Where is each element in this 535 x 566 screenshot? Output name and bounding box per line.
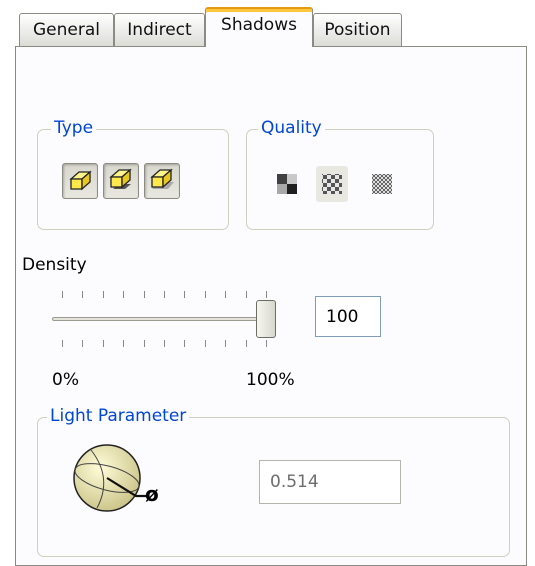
cube-shadow-icon	[109, 168, 132, 189]
tab-indirect[interactable]: Indirect	[114, 13, 205, 46]
quality-high-button[interactable]	[366, 166, 398, 202]
density-tick	[266, 291, 267, 298]
density-tick	[123, 291, 125, 298]
density-slider-thumb[interactable]	[256, 300, 276, 338]
quality-low-icon	[277, 174, 297, 194]
density-tick	[164, 291, 165, 298]
quality-medium-icon	[322, 174, 342, 194]
density-tick	[123, 340, 125, 347]
density-tick	[102, 291, 104, 298]
density-tick	[143, 340, 145, 347]
quality-group-label: Quality	[258, 118, 325, 138]
shadow-type-2-button[interactable]	[103, 163, 139, 199]
density-tick	[245, 340, 247, 347]
type-group-label: Type	[51, 118, 97, 138]
tab-general-label: General	[33, 20, 100, 40]
density-tick	[225, 340, 227, 347]
tab-position-label: Position	[324, 20, 391, 40]
density-tick	[82, 291, 84, 298]
density-tick	[62, 291, 63, 298]
density-max-label: 100%	[246, 370, 295, 390]
density-tick	[204, 291, 206, 298]
tab-shadows[interactable]: Shadows	[205, 7, 313, 47]
shadow-type-3-button[interactable]	[144, 163, 180, 199]
density-tick	[62, 340, 63, 347]
tab-position[interactable]: Position	[313, 13, 402, 46]
density-label: Density	[22, 255, 87, 275]
quality-medium-button[interactable]	[316, 166, 348, 202]
light-parameter-field[interactable]: 0.514	[259, 460, 401, 504]
density-tick	[184, 291, 186, 298]
light-parameter-value: 0.514	[270, 472, 319, 492]
density-tick	[204, 340, 206, 347]
density-tick	[143, 291, 145, 298]
density-tick	[245, 291, 247, 298]
density-value: 100	[326, 306, 359, 327]
density-slider-track[interactable]	[52, 317, 267, 321]
density-tick	[266, 340, 267, 347]
density-value-field[interactable]: 100	[315, 296, 381, 337]
quality-high-icon	[372, 174, 392, 194]
density-min-label: 0%	[52, 370, 79, 390]
tab-general[interactable]: General	[19, 13, 114, 46]
density-tick	[164, 340, 165, 347]
density-tick	[82, 340, 84, 347]
tab-indirect-label: Indirect	[127, 20, 192, 40]
cube-icon	[69, 170, 92, 191]
density-tick	[184, 340, 186, 347]
phi-symbol: ø	[145, 482, 159, 506]
light-parameter-label: Light Parameter	[47, 406, 190, 426]
density-tick	[102, 340, 104, 347]
tab-shadows-label: Shadows	[221, 15, 297, 35]
quality-low-button[interactable]	[271, 166, 303, 202]
density-tick	[225, 291, 227, 298]
shadow-type-1-button[interactable]	[62, 163, 98, 199]
light-sphere-icon	[73, 440, 193, 525]
cube-soft-shadow-icon	[150, 168, 174, 189]
